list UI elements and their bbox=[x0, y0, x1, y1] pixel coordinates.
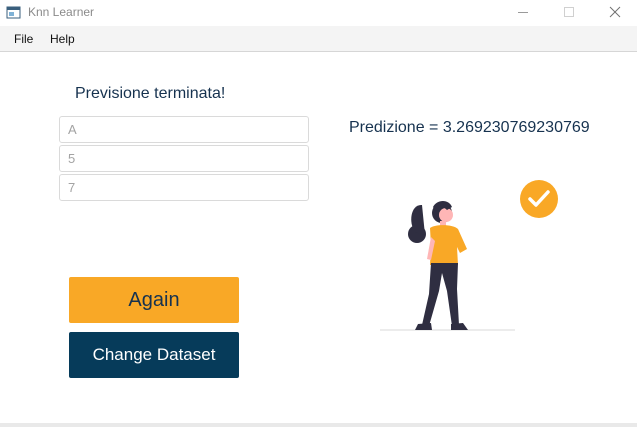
window-bottom-border bbox=[0, 423, 637, 427]
change-dataset-button[interactable]: Change Dataset bbox=[69, 332, 239, 378]
again-button[interactable]: Again bbox=[69, 277, 239, 323]
prediction-result: Predizione = 3.269230769230769 bbox=[349, 119, 590, 136]
minimize-icon bbox=[518, 12, 528, 13]
menu-item-file[interactable]: File bbox=[14, 32, 33, 46]
app-window: Knn Learner File Help Previsione termina… bbox=[0, 0, 637, 427]
menu-item-help[interactable]: Help bbox=[50, 32, 75, 46]
minimize-button[interactable] bbox=[500, 0, 546, 26]
woman-figure-illustration bbox=[408, 201, 468, 330]
window-title: Knn Learner bbox=[28, 5, 95, 19]
title-bar[interactable]: Knn Learner bbox=[0, 0, 637, 26]
main-content: Previsione terminata! Predizione = 3.269… bbox=[0, 52, 637, 427]
menu-bar: File Help bbox=[0, 26, 637, 52]
illustration bbox=[380, 180, 558, 331]
maximize-icon bbox=[564, 7, 574, 17]
app-window-icon bbox=[6, 5, 21, 20]
close-button[interactable] bbox=[592, 0, 637, 26]
attribute-field-2[interactable] bbox=[59, 145, 309, 172]
attribute-field-3[interactable] bbox=[59, 174, 309, 201]
checkmark-circle-icon bbox=[520, 180, 558, 218]
maximize-button[interactable] bbox=[546, 0, 592, 26]
close-icon bbox=[609, 6, 621, 18]
attribute-field-1[interactable] bbox=[59, 116, 309, 143]
status-message: Previsione terminata! bbox=[75, 85, 226, 102]
